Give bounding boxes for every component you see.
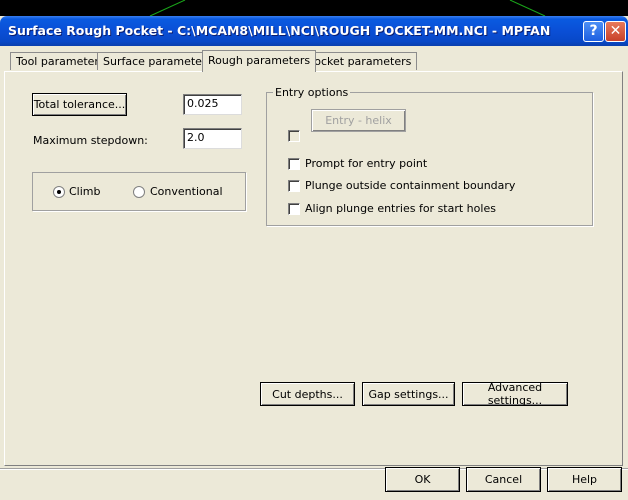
close-icon[interactable]: ✕ [605,21,626,42]
dialog-window: Surface Rough Pocket - C:\MCAM8\MILL\NCI… [0,16,628,500]
max-stepdown-input[interactable]: 2.0 [183,128,242,149]
align-plunge-checkbox[interactable] [288,203,300,215]
plunge-outside-checkbox[interactable] [288,180,300,192]
total-tolerance-input[interactable]: 0.025 [183,94,242,115]
plunge-outside-label[interactable]: Plunge outside containment boundary [305,179,515,192]
climb-label[interactable]: Climb [69,185,101,198]
max-stepdown-label: Maximum stepdown: [33,134,148,147]
prompt-entry-point-label[interactable]: Prompt for entry point [305,157,427,170]
advanced-settings-button[interactable]: Advanced settings... [462,381,568,407]
cut-depths-button[interactable]: Cut depths... [260,382,355,406]
entry-helix-button[interactable]: Entry - helix [311,109,406,132]
tab-pocket-parameters[interactable]: Pocket parameters [302,52,418,70]
conventional-label[interactable]: Conventional [150,185,223,198]
radio-selected-dot [57,190,61,194]
help-icon[interactable]: ? [583,21,604,42]
cancel-button[interactable]: Cancel [466,467,541,492]
tab-rough-parameters[interactable]: Rough parameters [202,50,317,72]
total-tolerance-button[interactable]: Total tolerance... [32,93,127,116]
window-title: Surface Rough Pocket - C:\MCAM8\MILL\NCI… [8,23,551,38]
title-bar[interactable]: Surface Rough Pocket - C:\MCAM8\MILL\NCI… [0,16,628,46]
gap-settings-button[interactable]: Gap settings... [362,382,455,406]
entry-helix-checkbox[interactable] [288,130,300,142]
ok-button[interactable]: OK [385,467,460,492]
tab-tool-parameters[interactable]: Tool parameters [10,52,111,70]
tab-strip: Tool parameters Surface parameters Rough… [0,50,628,72]
tab-surface-parameters[interactable]: Surface parameters [97,52,219,70]
conventional-radio[interactable] [133,186,145,198]
cut-direction-group: Climb Conventional [32,172,246,211]
align-plunge-label[interactable]: Align plunge entries for start holes [305,202,496,215]
entry-options-title: Entry options [273,86,351,99]
climb-radio[interactable] [53,186,65,198]
help-button[interactable]: Help [547,467,622,492]
prompt-entry-point-checkbox[interactable] [288,158,300,170]
